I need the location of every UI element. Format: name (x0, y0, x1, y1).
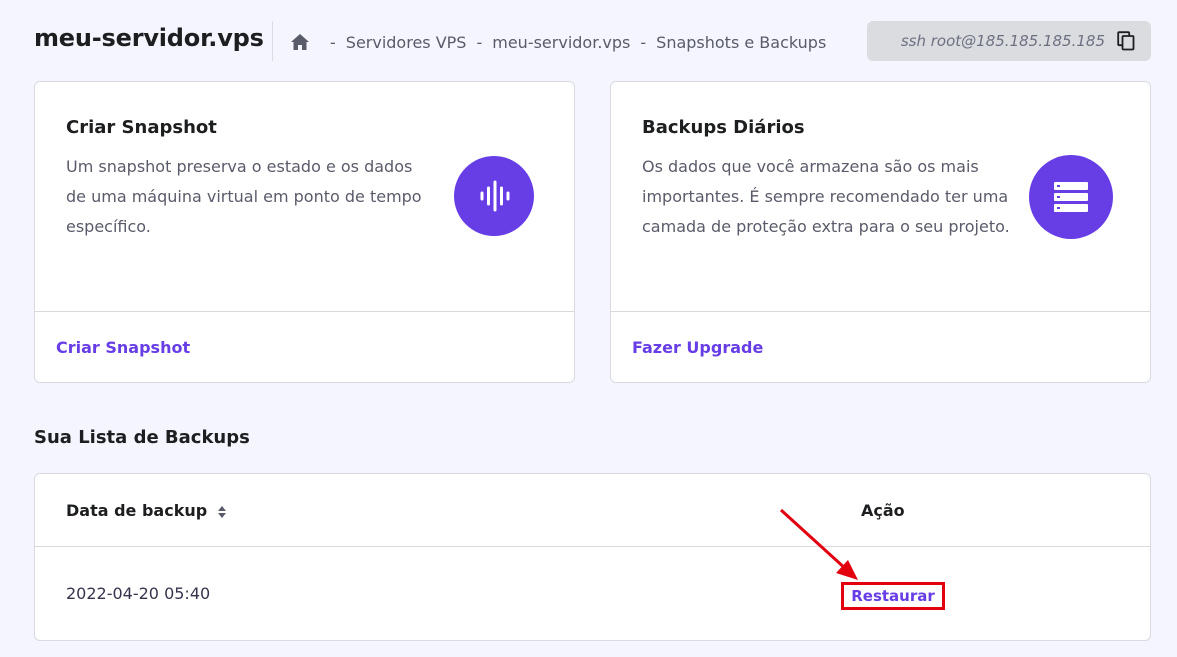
breadcrumb: - Servidores VPS - meu-servidor.vps - Sn… (290, 30, 826, 54)
card-footer: Fazer Upgrade (611, 311, 1150, 383)
backup-date: 2022-04-20 05:40 (66, 584, 211, 603)
breadcrumb-separator: - (476, 32, 483, 52)
breadcrumb-separator: - (640, 32, 647, 52)
breadcrumb-item-vps-servers[interactable]: Servidores VPS (346, 33, 467, 52)
breadcrumb-item-current: Snapshots e Backups (656, 32, 827, 52)
breadcrumb-item-server[interactable]: meu-servidor.vps (492, 33, 630, 52)
card-title: Backups Diários (642, 117, 805, 138)
breadcrumb-separator: - (330, 32, 336, 52)
daily-backups-card: Backups Diários Os dados que você armaze… (610, 81, 1151, 383)
section-title: Sua Lista de Backups (34, 427, 250, 448)
table-row: 2022-04-20 05:40 Restaurar (35, 547, 1150, 641)
restore-button[interactable]: Restaurar (841, 582, 945, 610)
card-description: Os dados que você armazena são os mais i… (642, 157, 1010, 236)
column-header-action: Ação (861, 501, 905, 520)
column-header-date[interactable]: Data de backup (66, 501, 227, 520)
sort-icon[interactable] (217, 504, 227, 518)
backups-table: Data de backup Ação 2022-04-20 05:40 Res… (34, 473, 1151, 641)
header-divider (272, 21, 273, 61)
card-footer: Criar Snapshot (35, 311, 574, 383)
ssh-command-text: ssh root@185.185.185.185 (900, 32, 1105, 50)
audio-wave-icon (454, 156, 534, 236)
page-header: meu-servidor.vps - Servidores VPS - meu-… (0, 0, 1177, 82)
card-description: Um snapshot preserva o estado e os dados… (66, 157, 422, 236)
column-header-date-label: Data de backup (66, 501, 208, 520)
copy-icon[interactable] (1117, 31, 1135, 51)
ssh-command-box: ssh root@185.185.185.185 (867, 21, 1151, 61)
upgrade-link[interactable]: Fazer Upgrade (632, 338, 763, 357)
table-header: Data de backup Ação (35, 474, 1150, 547)
home-icon[interactable] (290, 33, 310, 51)
page-title: meu-servidor.vps (34, 24, 264, 52)
create-snapshot-link[interactable]: Criar Snapshot (56, 338, 190, 357)
card-title: Criar Snapshot (66, 117, 217, 138)
page: meu-servidor.vps - Servidores VPS - meu-… (0, 0, 1177, 657)
server-stack-icon (1029, 155, 1113, 239)
create-snapshot-card: Criar Snapshot Um snapshot preserva o es… (34, 81, 575, 383)
